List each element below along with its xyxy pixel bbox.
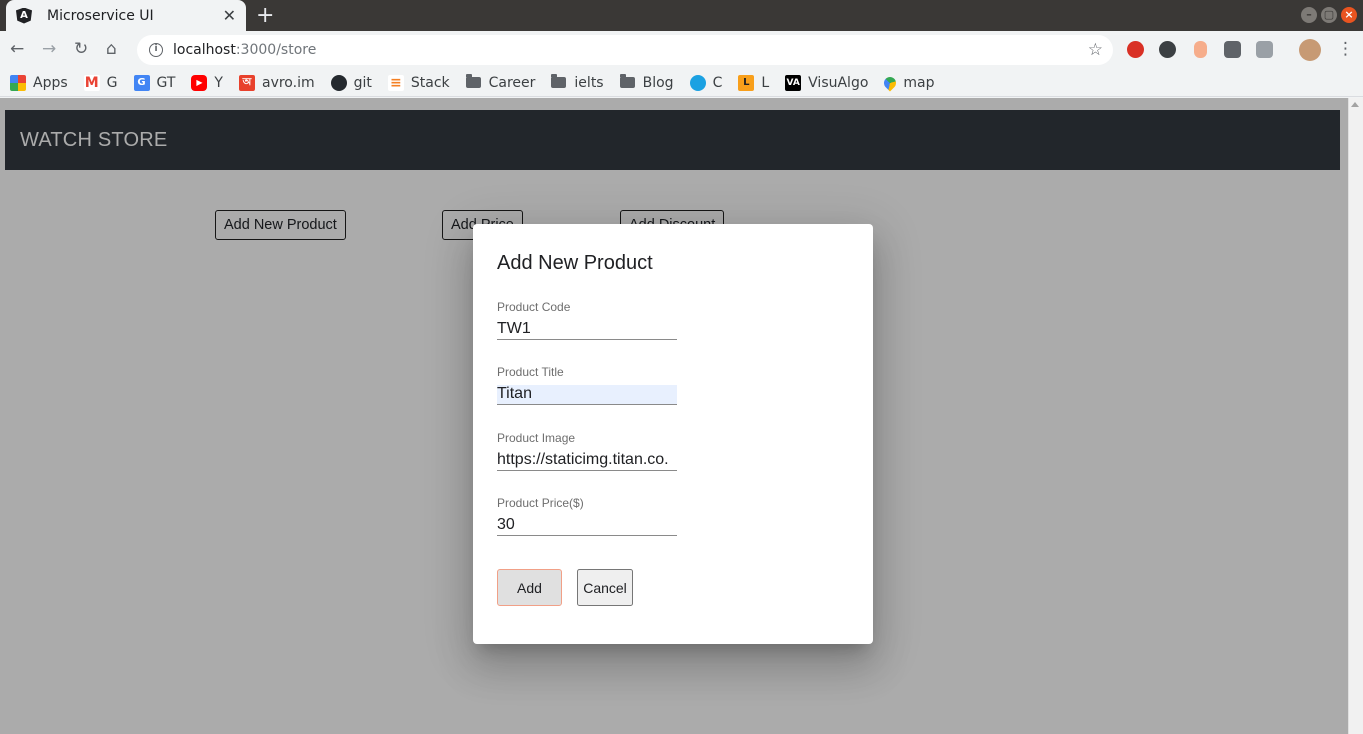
bookmark-c[interactable]: C (689, 74, 723, 91)
page-viewport: WATCH STORE Add New Product Add Price Ad… (0, 98, 1363, 734)
add-button[interactable]: Add (497, 569, 562, 606)
product-image-field: Product Image https://staticimg.titan.co… (497, 431, 677, 471)
folder-icon (551, 74, 567, 88)
cancel-button[interactable]: Cancel (577, 569, 633, 606)
reload-icon[interactable]: ↻ (74, 39, 88, 59)
bookmark-career[interactable]: Career (465, 74, 536, 91)
extension-circle-icon[interactable] (1159, 41, 1176, 58)
youtube-icon: ▶ (191, 74, 208, 91)
folder-icon (465, 74, 481, 88)
bookmark-gmail[interactable]: M G (83, 74, 118, 91)
product-image-input[interactable]: https://staticimg.titan.co. (497, 451, 677, 471)
product-price-input[interactable]: 30 (497, 516, 677, 536)
info-icon[interactable]: i (149, 43, 163, 57)
dialog-title: Add New Product (497, 252, 653, 274)
avatar[interactable] (1299, 39, 1321, 61)
github-icon (330, 74, 347, 91)
home-icon[interactable]: ⌂ (106, 39, 117, 59)
product-image-label: Product Image (497, 431, 576, 445)
scroll-up-icon[interactable] (1351, 102, 1359, 107)
browser-tab[interactable]: A Microservice UI ✕ (6, 0, 246, 31)
product-price-label: Product Price($) (497, 496, 584, 510)
apps-grid-icon (10, 74, 26, 91)
bookmark-label: Y (214, 74, 223, 91)
bookmark-visualgo[interactable]: VA VisuAlgo (785, 74, 869, 91)
cast-icon[interactable] (1256, 41, 1273, 58)
bookmark-label: Career (488, 74, 536, 91)
new-tab-icon[interactable]: + (256, 3, 274, 28)
bookmark-label: G (106, 74, 118, 91)
product-title-field: Product Title Titan (497, 365, 677, 405)
bookmark-youtube[interactable]: ▶ Y (191, 74, 223, 91)
maximize-icon[interactable]: ▢ (1321, 7, 1337, 23)
product-code-input[interactable]: TW1 (497, 320, 677, 340)
window-controls: – ▢ × (1301, 7, 1357, 23)
bookmark-label: Apps (33, 74, 68, 91)
browser-toolbar: ← → ↻ ⌂ i localhost:3000/store ☆ ⋮ (0, 31, 1363, 69)
tab-strip: A Microservice UI ✕ + – ▢ × (0, 0, 1363, 31)
adblock-icon[interactable] (1127, 41, 1144, 58)
url-host: localhost (173, 42, 236, 58)
close-window-icon[interactable]: × (1341, 7, 1357, 23)
menu-kebab-icon[interactable]: ⋮ (1337, 39, 1354, 59)
leetcode-icon: L (738, 74, 755, 91)
bookmark-label: VisuAlgo (808, 74, 869, 91)
bookmark-label: map (903, 74, 935, 91)
bookmark-apps[interactable]: Apps (10, 74, 68, 91)
tab-title: Microservice UI (47, 7, 154, 24)
bookmark-label: L (761, 74, 770, 91)
address-bar[interactable]: i localhost:3000/store ☆ (137, 35, 1113, 65)
bookmark-ielts[interactable]: ielts (551, 74, 604, 91)
add-product-dialog: Add New Product Product Code TW1 Product… (473, 224, 873, 644)
product-price-field: Product Price($) 30 (497, 496, 677, 536)
back-icon[interactable]: ← (10, 39, 24, 59)
maps-pin-icon (881, 74, 899, 91)
url-path: :3000/store (235, 42, 317, 58)
bookmark-label: avro.im (261, 74, 315, 91)
bookmark-l[interactable]: L L (738, 74, 770, 91)
product-title-input[interactable]: Titan (497, 385, 677, 405)
folder-icon (619, 74, 635, 88)
angular-icon: A (16, 7, 32, 24)
bookmark-avro[interactable]: অ avro.im (238, 74, 315, 91)
product-code-field: Product Code TW1 (497, 300, 677, 340)
extension-pill-icon[interactable] (1194, 41, 1207, 58)
bookmark-stack[interactable]: ≡ Stack (387, 74, 450, 91)
bookmark-git[interactable]: git (330, 74, 372, 91)
google-translate-icon: G (133, 74, 150, 91)
bookmark-label: Blog (642, 74, 674, 91)
visualgo-icon: VA (785, 74, 802, 91)
product-code-label: Product Code (497, 300, 571, 314)
page-scrollbar[interactable] (1348, 98, 1363, 734)
bookmark-label: GT (156, 74, 176, 91)
globe-icon (689, 74, 706, 91)
gmail-icon: M (83, 74, 100, 91)
bookmarks-bar: Apps M G G GT ▶ Y অ avro.im git ≡ Stack … (0, 69, 1363, 97)
bookmark-map[interactable]: map (881, 74, 935, 91)
bookmark-blog[interactable]: Blog (619, 74, 674, 91)
product-title-label: Product Title (497, 365, 564, 379)
stackoverflow-icon: ≡ (387, 74, 404, 91)
facebook-icon[interactable] (1224, 41, 1241, 58)
close-tab-icon[interactable]: ✕ (223, 6, 236, 25)
minimize-icon[interactable]: – (1301, 7, 1317, 23)
forward-icon[interactable]: → (42, 39, 56, 59)
bookmark-label: C (712, 74, 723, 91)
bookmark-label: ielts (574, 74, 604, 91)
bookmark-translate[interactable]: G GT (133, 74, 176, 91)
bookmark-star-icon[interactable]: ☆ (1088, 40, 1103, 60)
bookmark-label: git (353, 74, 372, 91)
avro-icon: অ (238, 74, 255, 91)
bookmark-label: Stack (410, 74, 450, 91)
